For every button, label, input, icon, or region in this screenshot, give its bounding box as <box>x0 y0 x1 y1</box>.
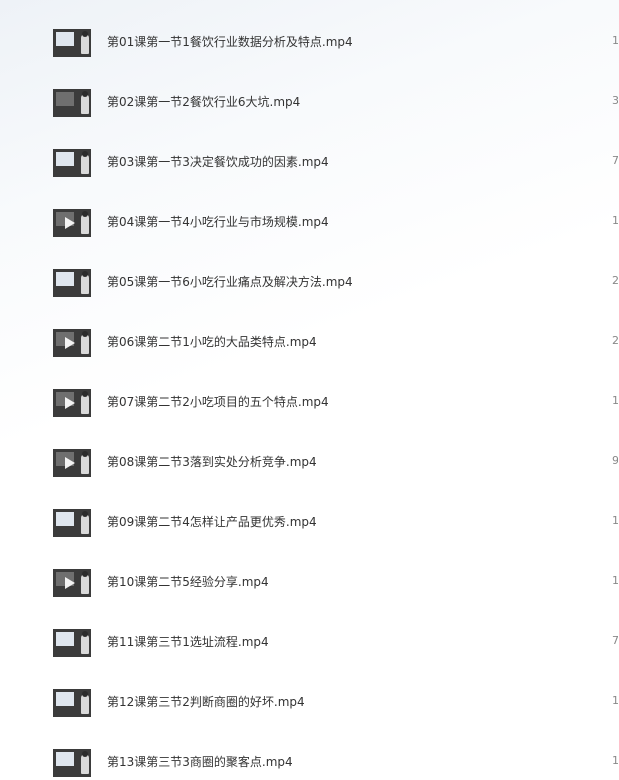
file-name[interactable]: 第09课第二节4怎样让产品更优秀.mp4 <box>107 513 317 530</box>
file-size-cutoff: 3 <box>612 94 618 106</box>
file-name[interactable]: 第08课第二节3落到实处分析竞争.mp4 <box>107 453 317 470</box>
video-thumbnail-icon <box>53 569 91 597</box>
file-row[interactable]: 第08课第二节3落到实处分析竞争.mp4 9 <box>0 442 619 502</box>
file-name[interactable]: 第01课第一节1餐饮行业数据分析及特点.mp4 <box>107 33 353 50</box>
file-name[interactable]: 第12课第三节2判断商圈的好坏.mp4 <box>107 693 305 710</box>
file-name[interactable]: 第13课第三节3商圈的聚客点.mp4 <box>107 753 293 770</box>
file-name[interactable]: 第04课第一节4小吃行业与市场规模.mp4 <box>107 213 329 230</box>
file-list: 第01课第一节1餐饮行业数据分析及特点.mp4 1 第02课第一节2餐饮行业6大… <box>0 0 619 780</box>
file-size-cutoff: 1 <box>612 514 618 526</box>
file-row[interactable]: 第04课第一节4小吃行业与市场规模.mp4 1 <box>0 202 619 262</box>
file-size-cutoff: 2 <box>612 334 618 346</box>
file-name[interactable]: 第02课第一节2餐饮行业6大坑.mp4 <box>107 93 300 110</box>
file-size-cutoff: 1 <box>612 394 618 406</box>
file-row[interactable]: 第05课第一节6小吃行业痛点及解决方法.mp4 2 <box>0 262 619 322</box>
file-row[interactable]: 第13课第三节3商圈的聚客点.mp4 1 <box>0 742 619 780</box>
file-row[interactable]: 第10课第二节5经验分享.mp4 1 <box>0 562 619 622</box>
file-size-cutoff: 1 <box>612 214 618 226</box>
video-thumbnail-icon <box>53 509 91 537</box>
file-row[interactable]: 第09课第二节4怎样让产品更优秀.mp4 1 <box>0 502 619 562</box>
file-row[interactable]: 第01课第一节1餐饮行业数据分析及特点.mp4 1 <box>0 22 619 82</box>
video-thumbnail-icon <box>53 629 91 657</box>
video-thumbnail-icon <box>53 329 91 357</box>
file-row[interactable]: 第11课第三节1选址流程.mp4 7 <box>0 622 619 682</box>
video-thumbnail-icon <box>53 149 91 177</box>
play-icon <box>65 337 75 349</box>
file-name[interactable]: 第10课第二节5经验分享.mp4 <box>107 573 269 590</box>
video-thumbnail-icon <box>53 89 91 117</box>
file-row[interactable]: 第06课第二节1小吃的大品类特点.mp4 2 <box>0 322 619 382</box>
file-size-cutoff: 9 <box>612 454 618 466</box>
video-thumbnail-icon <box>53 269 91 297</box>
video-thumbnail-icon <box>53 749 91 777</box>
file-name[interactable]: 第11课第三节1选址流程.mp4 <box>107 633 269 650</box>
file-size-cutoff: 1 <box>612 694 618 706</box>
video-thumbnail-icon <box>53 449 91 477</box>
file-name[interactable]: 第07课第二节2小吃项目的五个特点.mp4 <box>107 393 329 410</box>
file-row[interactable]: 第02课第一节2餐饮行业6大坑.mp4 3 <box>0 82 619 142</box>
play-icon <box>65 217 75 229</box>
file-size-cutoff: 7 <box>612 154 618 166</box>
play-icon <box>65 577 75 589</box>
video-thumbnail-icon <box>53 29 91 57</box>
file-size-cutoff: 1 <box>612 34 618 46</box>
file-row[interactable]: 第12课第三节2判断商圈的好坏.mp4 1 <box>0 682 619 742</box>
play-icon <box>65 397 75 409</box>
video-thumbnail-icon <box>53 689 91 717</box>
file-name[interactable]: 第03课第一节3决定餐饮成功的因素.mp4 <box>107 153 329 170</box>
file-size-cutoff: 2 <box>612 274 618 286</box>
file-row[interactable]: 第07课第二节2小吃项目的五个特点.mp4 1 <box>0 382 619 442</box>
video-thumbnail-icon <box>53 209 91 237</box>
video-thumbnail-icon <box>53 389 91 417</box>
file-size-cutoff: 7 <box>612 634 618 646</box>
play-icon <box>65 457 75 469</box>
file-row[interactable]: 第03课第一节3决定餐饮成功的因素.mp4 7 <box>0 142 619 202</box>
file-size-cutoff: 1 <box>612 574 618 586</box>
file-name[interactable]: 第06课第二节1小吃的大品类特点.mp4 <box>107 333 317 350</box>
file-size-cutoff: 1 <box>612 754 618 766</box>
file-name[interactable]: 第05课第一节6小吃行业痛点及解决方法.mp4 <box>107 273 353 290</box>
